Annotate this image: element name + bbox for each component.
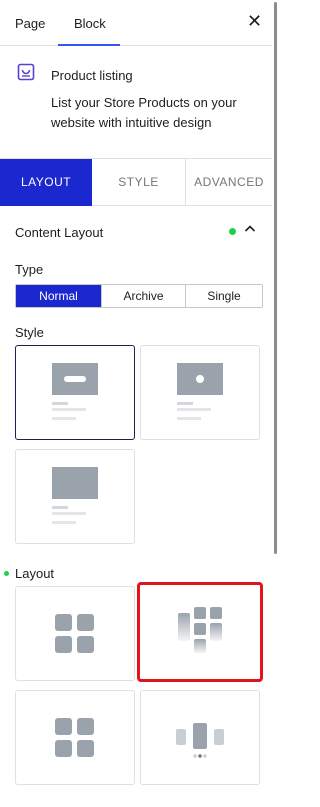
text-line [177, 408, 211, 411]
grid-alt-layout-icon [55, 718, 94, 757]
tab-advanced[interactable]: ADVANCED [186, 159, 272, 206]
layout-option-masonry[interactable] [137, 582, 263, 682]
style-option-dot-overlay[interactable] [140, 345, 260, 440]
thumbnail-placeholder [52, 467, 98, 499]
text-line [52, 506, 68, 509]
text-line [52, 512, 86, 515]
style-option-button-overlay[interactable] [15, 345, 135, 440]
tab-style[interactable]: STYLE [92, 159, 186, 206]
dot-placeholder-icon [196, 375, 204, 383]
tab-layout[interactable]: LAYOUT [0, 159, 92, 206]
text-line [177, 417, 201, 420]
layout-option-slider[interactable] [140, 690, 260, 785]
text-line [52, 408, 86, 411]
close-icon[interactable]: ✕ [247, 12, 262, 30]
slider-layout-icon [176, 723, 224, 758]
active-tab-indicator [58, 44, 120, 46]
grid-layout-icon [55, 614, 94, 653]
content-layout-title[interactable]: Content Layout [15, 225, 103, 240]
type-segmented-control: Normal Archive Single [15, 284, 263, 308]
layout-option-grid[interactable] [15, 586, 135, 681]
scrollbar-thumb[interactable] [274, 2, 277, 554]
layout-label: Layout [15, 566, 55, 581]
text-line [52, 521, 76, 524]
button-placeholder-icon [64, 376, 86, 382]
product-listing-icon [17, 63, 35, 81]
text-line [177, 402, 193, 405]
block-title: Product listing [51, 68, 133, 83]
type-option-archive[interactable]: Archive [102, 285, 186, 307]
type-label: Type [15, 262, 44, 277]
chevron-up-icon[interactable] [243, 222, 257, 236]
tab-page[interactable]: Page [15, 16, 45, 31]
type-option-normal[interactable]: Normal [16, 285, 102, 307]
type-option-single[interactable]: Single [186, 285, 262, 307]
masonry-layout-icon [178, 607, 222, 653]
text-line [52, 417, 76, 420]
tab-block[interactable]: Block [74, 16, 106, 31]
layout-option-grid-alt[interactable] [15, 690, 135, 785]
style-option-plain[interactable] [15, 449, 135, 544]
panel-tabs: LAYOUT STYLE ADVANCED [0, 158, 272, 206]
layout-modified-dot [4, 571, 9, 576]
style-label: Style [15, 325, 44, 340]
block-description: List your Store Products on your website… [51, 95, 237, 130]
text-line [52, 402, 68, 405]
modified-indicator-dot [229, 228, 236, 235]
